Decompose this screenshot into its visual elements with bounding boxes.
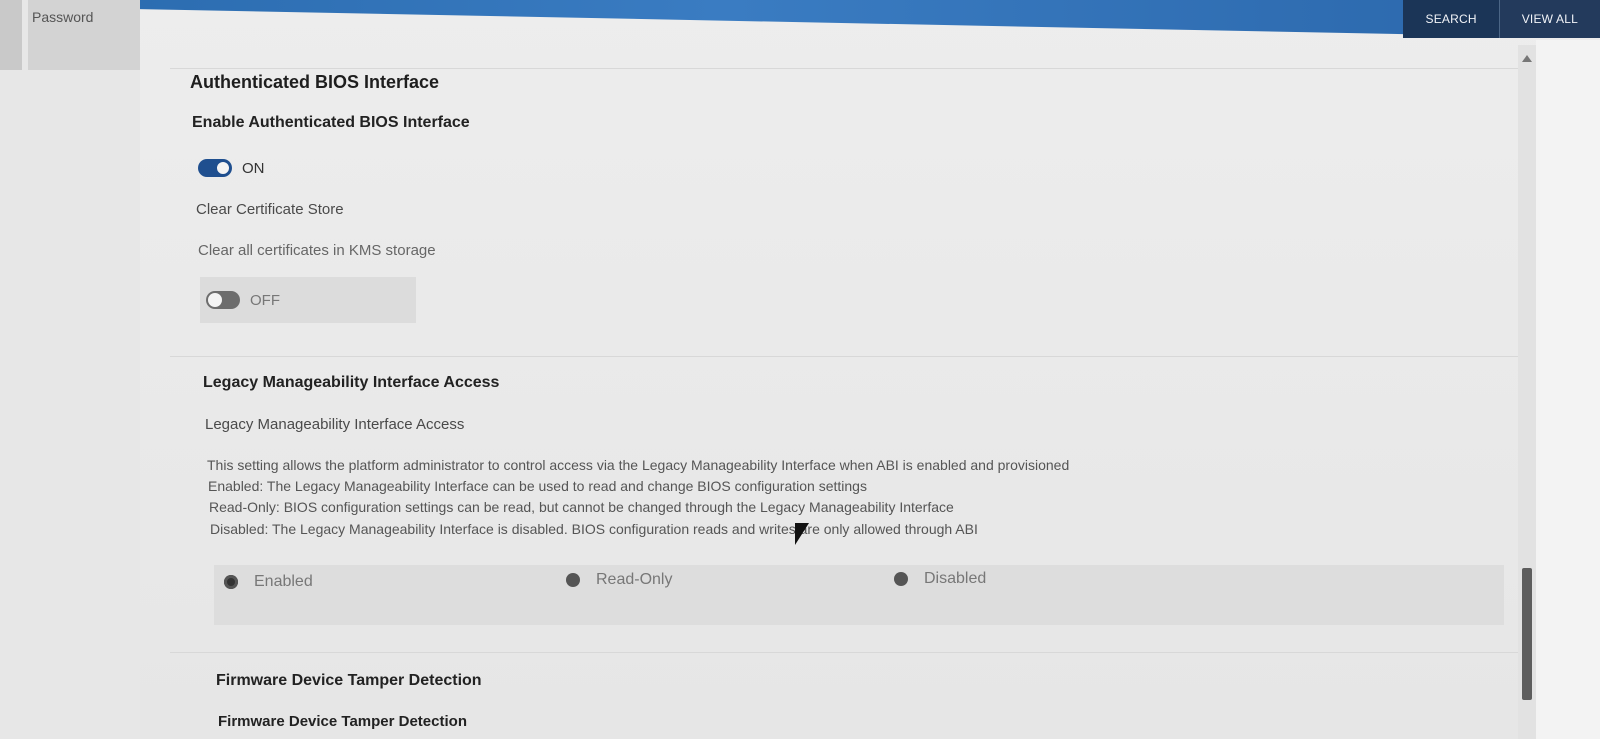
radio-selected-icon <box>224 575 238 589</box>
enable-abi-toggle-row[interactable]: ON <box>198 156 265 180</box>
clear-store-toggle-row[interactable]: OFF <box>200 277 416 323</box>
setting-title-clear-store: Clear Certificate Store <box>196 201 344 218</box>
section-title-firmware: Firmware Device Tamper Detection <box>216 672 482 689</box>
section-divider <box>170 652 1550 653</box>
radio-unselected-icon <box>894 572 908 586</box>
scrollbar[interactable] <box>1518 45 1536 739</box>
scroll-up-arrow-icon[interactable] <box>1522 55 1532 62</box>
top-bar-actions: SEARCH VIEW ALL <box>1403 0 1600 38</box>
scroll-thumb[interactable] <box>1522 568 1532 700</box>
radio-read-only-label: Read-Only <box>596 571 673 588</box>
legacy-description-line: Read-Only: BIOS configuration settings c… <box>209 499 954 515</box>
section-title-abi: Authenticated BIOS Interface <box>190 72 440 92</box>
main-content: Authenticated BIOS Interface Enable Auth… <box>170 40 1550 739</box>
bios-setup-screen: Password SEARCH VIEW ALL Authenticated B… <box>0 0 1600 739</box>
clear-store-toggle[interactable] <box>206 291 240 309</box>
sidebar: Password <box>0 0 140 739</box>
radio-enabled[interactable]: Enabled <box>224 573 313 591</box>
legacy-description-line: Disabled: The Legacy Manageability Inter… <box>210 521 978 537</box>
radio-unselected-icon <box>566 573 580 587</box>
toggle-knob <box>216 161 230 175</box>
view-all-button-label: VIEW ALL <box>1521 12 1578 26</box>
search-button[interactable]: SEARCH <box>1403 0 1499 38</box>
search-button-label: SEARCH <box>1425 12 1477 26</box>
section-title-legacy: Legacy Manageability Interface Access <box>203 374 500 391</box>
sidebar-item-label: Password <box>32 9 94 25</box>
right-edge <box>1536 40 1600 739</box>
section-divider <box>170 68 1550 69</box>
enable-abi-state: ON <box>242 159 265 177</box>
legacy-description-line: This setting allows the platform adminis… <box>207 457 1070 473</box>
setting-title-enable-abi: Enable Authenticated BIOS Interface <box>192 114 470 131</box>
clear-store-description: Clear all certificates in KMS storage <box>198 242 436 259</box>
radio-disabled[interactable]: Disabled <box>894 570 986 588</box>
radio-disabled-label: Disabled <box>924 570 987 587</box>
sidebar-item-password[interactable]: Password <box>28 0 140 70</box>
mouse-cursor-icon <box>795 523 809 545</box>
clear-store-state: OFF <box>250 291 280 309</box>
sidebar-edge <box>0 0 22 70</box>
view-all-button[interactable]: VIEW ALL <box>1498 0 1600 38</box>
firmware-setting-label: Firmware Device Tamper Detection <box>218 713 467 730</box>
toggle-knob <box>208 293 222 307</box>
section-divider <box>170 356 1550 357</box>
legacy-access-radio-group: Enabled Read-Only Disabled <box>214 565 1504 625</box>
top-bar <box>140 0 1600 38</box>
enable-abi-toggle[interactable] <box>198 159 232 177</box>
legacy-setting-label: Legacy Manageability Interface Access <box>205 416 465 433</box>
radio-read-only[interactable]: Read-Only <box>566 571 672 589</box>
radio-enabled-label: Enabled <box>254 573 313 590</box>
legacy-description-line: Enabled: The Legacy Manageability Interf… <box>208 478 867 494</box>
